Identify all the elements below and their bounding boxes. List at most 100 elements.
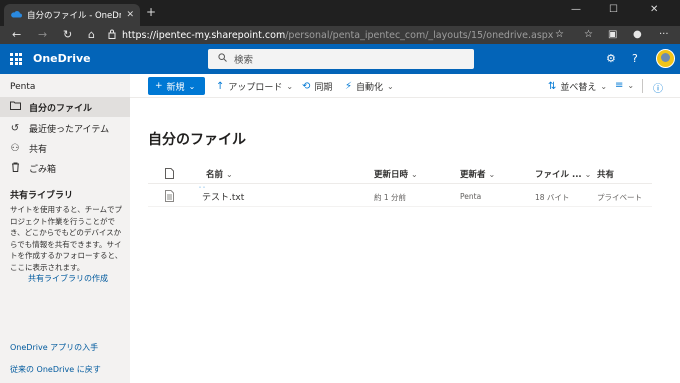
sort-label: 並べ替え — [560, 83, 597, 93]
chevron-down-icon: ⌄ — [225, 170, 233, 179]
nav-item-label: 自分のファイル — [29, 103, 93, 114]
view-list-icon: ≡ — [615, 80, 624, 91]
left-navigation: Penta 自分のファイル ↺ 最近使ったアイテム ⚇ 共有 ごみ箱 共有ライブ… — [0, 74, 130, 383]
column-header-name[interactable]: 名前 ⌄ — [206, 168, 233, 180]
refresh-icon[interactable]: ↻ — [63, 28, 72, 42]
column-header-file-size[interactable]: ファイル ... ⌄ — [535, 168, 591, 180]
favorite-star-icon[interactable]: ☆ — [555, 28, 564, 42]
plus-icon: + — [155, 81, 163, 91]
search-icon — [218, 53, 227, 65]
user-name: Penta — [10, 82, 36, 92]
chevron-down-icon: ⌄ — [627, 81, 635, 90]
upload-label: アップロード — [228, 83, 283, 93]
browser-tabbar: 自分のファイル - OneDrive ✕ + — ☐ ✕ — [0, 0, 680, 26]
suite-header: OneDrive 検索 ⚙ ? — [0, 44, 680, 74]
home-icon[interactable]: ⌂ — [88, 28, 95, 42]
nav-item-my-files[interactable]: 自分のファイル — [0, 97, 130, 117]
chevron-down-icon: ⌄ — [410, 170, 418, 179]
nav-item-recent[interactable]: ↺ 最近使ったアイテム — [0, 118, 130, 138]
search-placeholder: 検索 — [234, 55, 254, 66]
automate-label: 自動化 — [356, 83, 384, 93]
table-row[interactable]: ˙˙ テスト.txt 約 1 分前 Penta 18 バイト プライベート — [148, 185, 652, 207]
column-header-modified-by[interactable]: 更新者 ⌄ — [460, 168, 495, 180]
sync-button[interactable]: ⟲ 同期 — [302, 80, 332, 93]
browser-tab[interactable]: 自分のファイル - OneDrive ✕ — [4, 4, 140, 26]
page-title: 自分のファイル — [148, 132, 246, 148]
profile-icon[interactable]: ● — [633, 28, 642, 42]
url-path: /personal/penta_ipentec_com/_layouts/15/… — [285, 29, 554, 41]
people-icon: ⚇ — [10, 142, 20, 154]
app-launcher-icon[interactable] — [10, 53, 22, 65]
sort-button[interactable]: ⇅ 並べ替え ⌄ — [548, 80, 607, 93]
folder-icon — [9, 101, 21, 113]
nav-item-recycle-bin[interactable]: ごみ箱 — [0, 158, 130, 178]
column-header-sharing[interactable]: 共有 — [597, 168, 614, 180]
info-icon: ⓘ — [653, 84, 663, 95]
collections-icon[interactable]: ▣ — [608, 28, 617, 42]
address-bar[interactable]: https://ipentec-my.sharepoint.com/person… — [108, 27, 574, 43]
trash-icon — [9, 162, 21, 175]
search-box[interactable]: 検索 — [208, 49, 474, 69]
sort-icon: ⇅ — [548, 81, 557, 92]
view-options-button[interactable]: ≡ ⌄ — [615, 80, 634, 91]
sync-icon: ⟲ — [302, 81, 311, 92]
chevron-down-icon: ⌄ — [488, 170, 496, 179]
column-header-modified[interactable]: 更新日時 ⌄ — [374, 168, 418, 180]
return-classic-onedrive-link[interactable]: 従来の OneDrive に戻す — [10, 364, 101, 375]
shared-libraries-heading: 共有ライブラリ — [10, 191, 74, 201]
file-size: 18 バイト — [535, 193, 570, 202]
chevron-down-icon: ⌄ — [584, 170, 592, 179]
column-modified-by-label: 更新者 — [460, 170, 486, 180]
tab-title: 自分のファイル - OneDrive — [27, 11, 122, 21]
maximize-icon[interactable]: ☐ — [609, 4, 618, 15]
file-list-header: 名前 ⌄ 更新日時 ⌄ 更新者 ⌄ ファイル ... ⌄ 共有 — [148, 164, 652, 184]
file-modified: 約 1 分前 — [374, 193, 407, 202]
minimize-icon[interactable]: — — [571, 4, 581, 15]
column-name-label: 名前 — [206, 170, 224, 180]
back-icon[interactable]: ← — [12, 28, 21, 42]
tab-close-icon[interactable]: ✕ — [126, 10, 134, 20]
file-name-link[interactable]: テスト.txt — [202, 190, 244, 203]
details-pane-button[interactable]: ⓘ — [653, 80, 663, 95]
main-content: + 新規 ⌄ ↑ アップロード ⌄ ⟲ 同期 ⚡ 自動化 ⌄ ⇅ 並べ替え ⌄ … — [130, 74, 680, 383]
clock-icon: ↺ — [10, 122, 20, 134]
more-menu-icon[interactable]: ··· — [659, 28, 669, 42]
browser-toolbar: ← → ↻ ⌂ https://ipentec-my.sharepoint.co… — [0, 26, 680, 44]
create-shared-library-link[interactable]: 共有ライブラリの作成 — [28, 273, 108, 284]
column-sharing-label: 共有 — [597, 170, 615, 180]
automate-icon: ⚡ — [345, 81, 353, 92]
sync-label: 同期 — [314, 83, 333, 93]
settings-gear-icon[interactable]: ⚙ — [606, 52, 616, 65]
app-title[interactable]: OneDrive — [33, 52, 91, 65]
shared-libraries-description: サイトを使用すると、チームでプロジェクト作業を行うことができ、どこからでもどのデ… — [10, 205, 123, 272]
text-file-icon — [165, 190, 174, 205]
help-icon[interactable]: ? — [632, 52, 638, 65]
upload-button[interactable]: ↑ アップロード ⌄ — [216, 80, 293, 93]
new-tab-button[interactable]: + — [146, 6, 156, 18]
file-modified-by[interactable]: Penta — [460, 192, 481, 201]
window-close-icon[interactable]: ✕ — [650, 4, 658, 15]
favorites-bar-icon[interactable]: ☆ — [584, 28, 593, 42]
column-file-size-label: ファイル ... — [535, 170, 582, 180]
avatar[interactable] — [656, 49, 675, 68]
column-modified-label: 更新日時 — [374, 170, 409, 180]
new-button-label: 新規 — [166, 82, 185, 93]
nav-item-shared[interactable]: ⚇ 共有 — [0, 138, 130, 158]
new-button[interactable]: + 新規 ⌄ — [148, 77, 205, 95]
forward-icon[interactable]: → — [38, 28, 47, 42]
chevron-down-icon: ⌄ — [387, 82, 394, 91]
file-type-column-icon[interactable] — [165, 168, 174, 182]
command-divider — [642, 79, 643, 93]
nav-item-label: 共有 — [29, 144, 48, 155]
automate-button[interactable]: ⚡ 自動化 ⌄ — [345, 80, 394, 93]
chevron-down-icon: ⌄ — [188, 81, 196, 91]
chevron-down-icon: ⌄ — [286, 82, 294, 91]
url-host: https://ipentec-my.sharepoint.com — [122, 29, 286, 41]
nav-item-label: 最近使ったアイテム — [29, 124, 110, 135]
upload-arrow-icon: ↑ — [216, 81, 225, 92]
nav-item-label: ごみ箱 — [29, 164, 57, 175]
file-sharing[interactable]: プライベート — [597, 192, 642, 203]
onedrive-cloud-icon — [10, 10, 22, 21]
command-bar: + 新規 ⌄ ↑ アップロード ⌄ ⟲ 同期 ⚡ 自動化 ⌄ ⇅ 並べ替え ⌄ … — [130, 74, 680, 98]
get-onedrive-apps-link[interactable]: OneDrive アプリの入手 — [10, 342, 98, 353]
